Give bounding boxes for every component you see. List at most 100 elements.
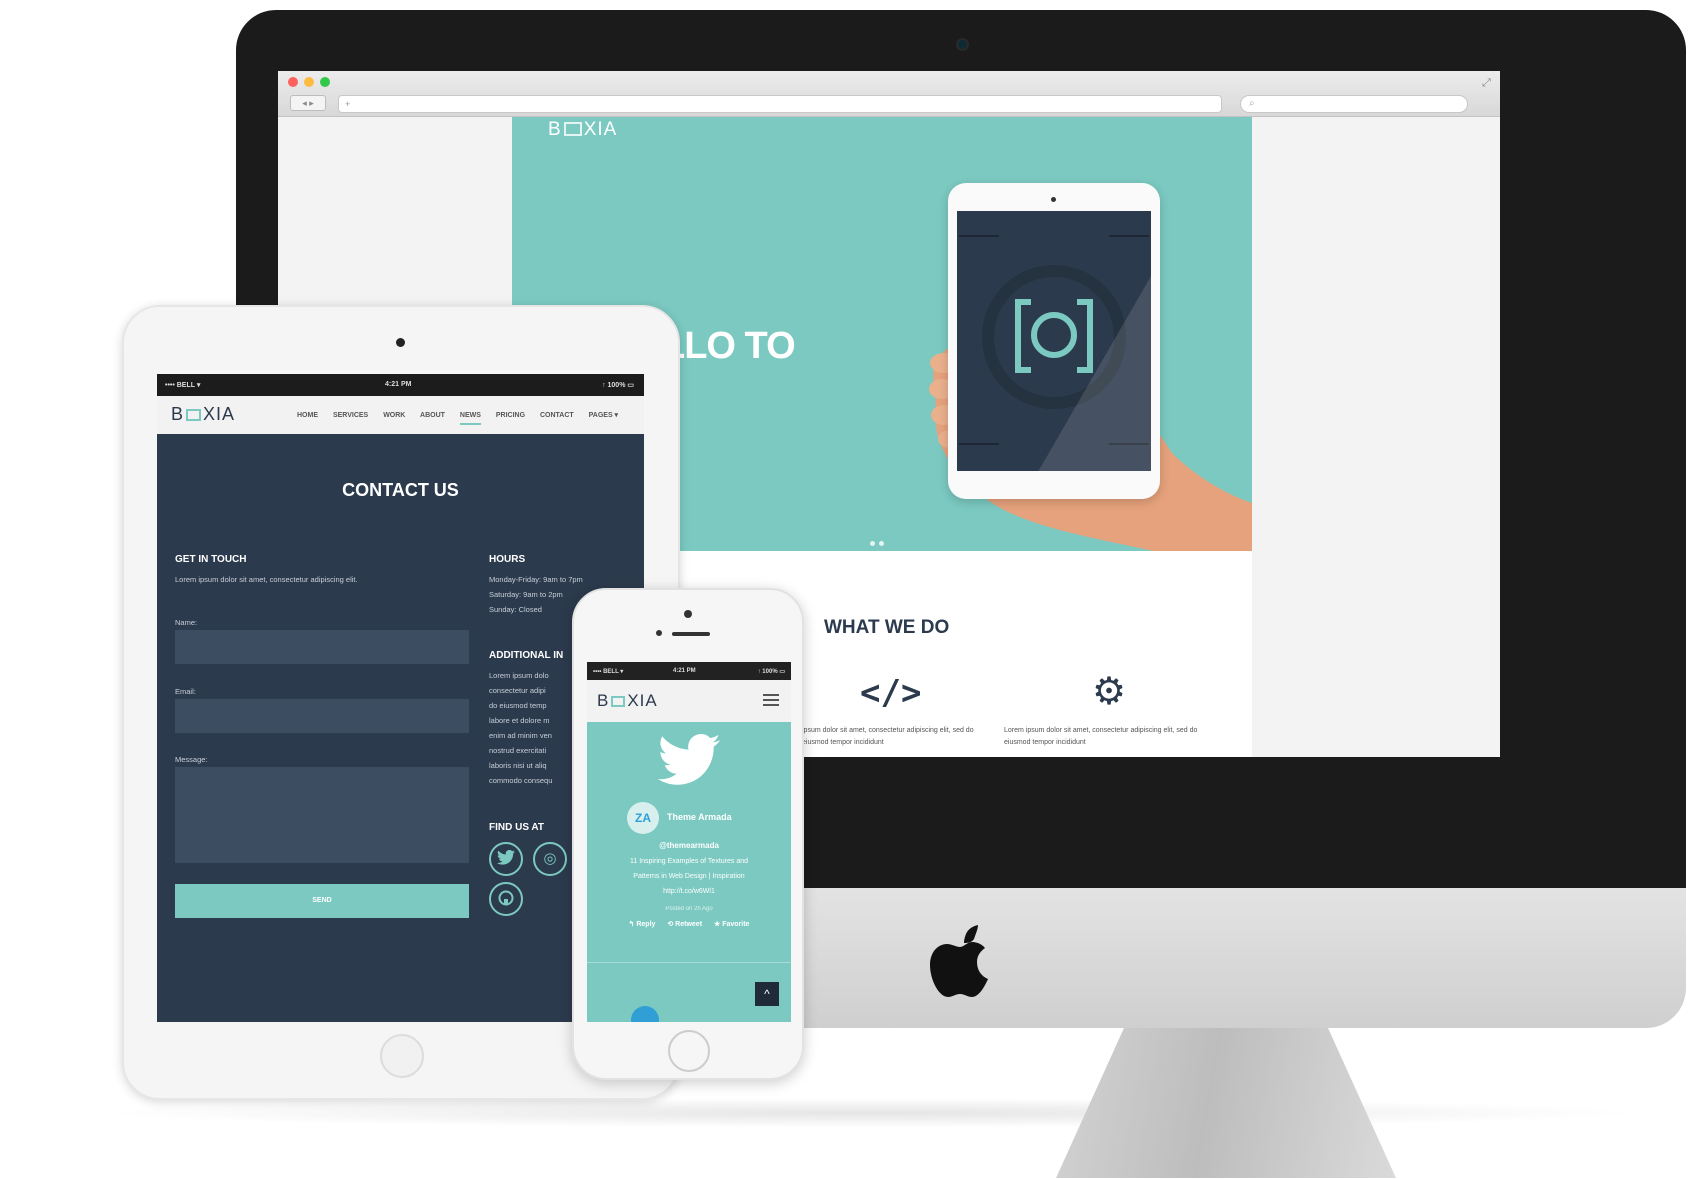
hours-line: Sunday: Closed xyxy=(489,605,542,614)
devices-mockup: ◂ ▸ + ⌕ ⤢ B XIA LLO TO WHAT WE DO </> ⚙ … xyxy=(0,0,1696,1179)
close-window-button[interactable] xyxy=(288,77,298,87)
back-to-top-button[interactable]: ^ xyxy=(755,982,779,1006)
additional-line: laboris nisi ut aliq xyxy=(489,761,547,770)
tweet-text-line: Patterns in Web Design | Inspiration xyxy=(633,873,745,880)
gear-icon: ⚙ xyxy=(1092,671,1127,713)
send-button[interactable]: SEND xyxy=(175,884,469,918)
home-button[interactable] xyxy=(668,1030,710,1072)
menu-item-news[interactable]: NEWS xyxy=(459,412,481,425)
imac-stand xyxy=(1056,1028,1396,1178)
dribbble-icon[interactable]: ◎ xyxy=(533,842,567,876)
floor-shadow xyxy=(90,1098,1650,1128)
name-label: Name: xyxy=(175,618,198,627)
iphone-device: •••• BELL ▾ 4:21 PM ↑ 100% ▭ B XIA ZA The… xyxy=(572,588,804,1080)
menu-item-about[interactable]: ABOUT xyxy=(420,412,445,419)
logo-text-pre: B xyxy=(597,691,610,710)
logo-mark-icon xyxy=(611,696,626,707)
twitter-icon[interactable] xyxy=(489,842,523,876)
hero-tablet-image xyxy=(948,183,1160,499)
battery-icon: ↑ 100% ▭ xyxy=(602,382,634,389)
site-navbar: B XIA xyxy=(587,680,791,722)
message-label: Message: xyxy=(175,755,208,764)
logo-mark-icon xyxy=(563,122,582,136)
site-logo[interactable]: B XIA xyxy=(597,691,658,711)
menu-item-home[interactable]: HOME xyxy=(297,412,318,419)
site-navbar: B XIA HOME SERVICES WORK ABOUT NEWS PRICI… xyxy=(157,396,644,434)
additional-line: nostrud exercitati xyxy=(489,746,547,755)
slider-dot[interactable] xyxy=(879,541,884,546)
iphone-screen: •••• BELL ▾ 4:21 PM ↑ 100% ▭ B XIA ZA The… xyxy=(587,662,791,1022)
back-forward-buttons[interactable]: ◂ ▸ xyxy=(290,95,326,111)
email-field[interactable] xyxy=(175,699,469,733)
get-in-touch-text: Lorem ipsum dolor sit amet, consectetur … xyxy=(175,575,358,584)
browser-toolbar: ◂ ▸ + ⌕ ⤢ xyxy=(278,71,1500,117)
logo-mark-icon xyxy=(186,409,202,421)
browser-search-input[interactable]: ⌕ xyxy=(1240,95,1468,113)
tweet-link[interactable]: http://t.co/w6Wl1 xyxy=(587,884,791,899)
speaker-grille xyxy=(672,632,710,636)
menu-item-work[interactable]: WORK xyxy=(383,412,405,419)
home-button[interactable] xyxy=(380,1034,424,1078)
battery-icon: ↑ 100% ▭ xyxy=(757,669,785,675)
camera-icon xyxy=(1051,197,1056,202)
additional-line: labore et dolore m xyxy=(489,716,550,725)
minimize-window-button[interactable] xyxy=(304,77,314,87)
camera-icon xyxy=(396,338,405,347)
additional-line: commodo consequ xyxy=(489,776,553,785)
additional-line: enim ad minim ven xyxy=(489,731,552,740)
message-field[interactable] xyxy=(175,767,469,863)
slider-dots xyxy=(870,533,888,551)
hours-line: Saturday: 9am to 2pm xyxy=(489,590,563,599)
slider-dot[interactable] xyxy=(870,541,875,546)
page-title: CONTACT US xyxy=(342,480,459,500)
site-logo[interactable]: B XIA xyxy=(548,119,617,141)
avatar[interactable]: ZA xyxy=(627,802,659,834)
tweet-actions: ↰ Reply ⟲ Retweet ★ Favorite xyxy=(587,920,791,928)
logo-text-post: XIA xyxy=(203,404,236,424)
ipad-screen: •••• BELL ▾ 4:21 PM ↑ 100% ▭ B XIA HOME S… xyxy=(157,374,644,1022)
tweet-handle[interactable]: @themearmada xyxy=(587,838,791,853)
tweet-timestamp: Posted on 2h Ago xyxy=(665,906,713,912)
menu-icon[interactable] xyxy=(763,694,779,706)
code-icon: </> xyxy=(860,673,922,713)
name-field[interactable] xyxy=(175,630,469,664)
reply-button[interactable]: ↰ Reply xyxy=(629,921,656,928)
feature-text: ipsum dolor sit amet, consectetur adipis… xyxy=(802,727,974,746)
avatar xyxy=(631,1006,659,1022)
additional-line: Lorem ipsum dolo xyxy=(489,671,549,680)
tweet-text-line: 11 Inspiring Examples of Textures and xyxy=(629,858,749,865)
status-bar: •••• BELL ▾ 4:21 PM ↑ 100% ▭ xyxy=(157,374,644,396)
menu-item-pages[interactable]: PAGES ▾ xyxy=(589,412,618,419)
logo-bracket-left-icon xyxy=(1015,299,1031,373)
additional-info-heading: ADDITIONAL IN xyxy=(489,650,564,661)
menu-item-contact[interactable]: CONTACT xyxy=(540,412,574,419)
hero-heading: LLO TO xyxy=(662,325,796,367)
logo-text-post: XIA xyxy=(627,691,658,710)
maximize-window-button[interactable] xyxy=(320,77,330,87)
camera-icon xyxy=(958,40,967,49)
tweet-author-name[interactable]: Theme Armada xyxy=(667,812,732,822)
main-menu: HOME SERVICES WORK ABOUT NEWS PRICING CO… xyxy=(297,411,631,425)
github-icon[interactable] xyxy=(489,882,523,916)
site-logo[interactable]: B XIA xyxy=(171,404,235,425)
logo-text-post: XIA xyxy=(583,119,618,140)
apple-logo-icon xyxy=(930,925,988,997)
clock-text: 4:21 PM xyxy=(673,668,696,674)
menu-item-pricing[interactable]: PRICING xyxy=(496,412,525,419)
menu-item-services[interactable]: SERVICES xyxy=(333,412,368,419)
email-label: Email: xyxy=(175,687,196,696)
additional-line: consectetur adipi xyxy=(489,686,546,695)
screen-dash xyxy=(959,443,999,445)
favorite-button[interactable]: ★ Favorite xyxy=(714,921,749,928)
twitter-icon xyxy=(657,734,721,785)
status-bar: •••• BELL ▾ 4:21 PM ↑ 100% ▭ xyxy=(587,662,791,680)
divider xyxy=(587,962,791,963)
fullscreen-icon[interactable]: ⤢ xyxy=(1482,77,1491,90)
logo-text-pre: B xyxy=(548,119,562,140)
screen-dash xyxy=(959,235,999,237)
find-us-heading: FIND US AT xyxy=(489,822,544,833)
what-we-do-heading: WHAT WE DO xyxy=(824,617,950,638)
address-bar[interactable]: + xyxy=(338,95,1222,113)
carrier-text: •••• BELL ▾ xyxy=(165,382,201,389)
retweet-button[interactable]: ⟲ Retweet xyxy=(667,921,702,928)
